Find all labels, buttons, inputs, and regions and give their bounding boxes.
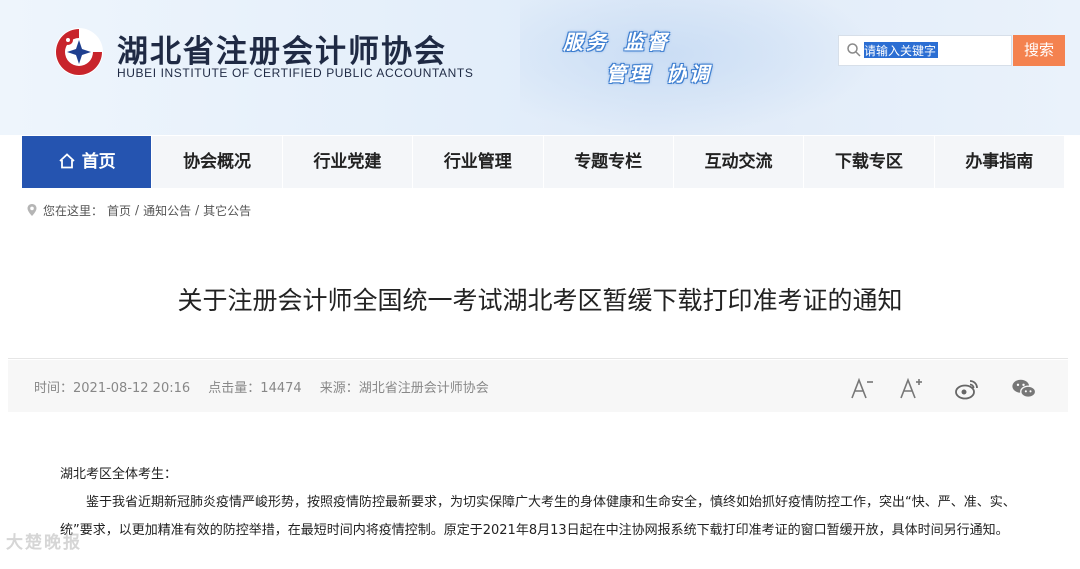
article-clicks: 点击量：14474	[208, 381, 302, 396]
search-button[interactable]: 搜索	[1013, 35, 1065, 66]
breadcrumb-home[interactable]: 首页	[107, 202, 131, 219]
home-icon	[59, 153, 75, 169]
watermark: 大楚晚报	[6, 533, 82, 553]
slogan-service: 服务	[563, 30, 609, 54]
org-name: 湖北省注册会计师协会	[117, 34, 447, 70]
breadcrumb-separator: /	[195, 203, 200, 217]
article-meta: 时间：2021-08-12 20:16 点击量：14474 来源：湖北省注册会计…	[34, 377, 503, 396]
breadcrumb-other-notices[interactable]: 其它公告	[203, 202, 251, 219]
article-title: 关于注册会计师全国统一考试湖北考区暂缓下载打印准考证的通知	[177, 286, 903, 315]
nav-item-home[interactable]: 首页	[22, 136, 153, 188]
font-decrease-icon[interactable]	[849, 376, 875, 402]
nav-item-interaction[interactable]: 互动交流	[673, 136, 805, 188]
breadcrumb-prefix: 您在这里：	[43, 203, 104, 218]
slogan-supervise: 监督	[624, 30, 670, 54]
nav-item-special-topics[interactable]: 专题专栏	[543, 136, 674, 188]
association-logo-icon[interactable]	[53, 26, 105, 78]
search-icon	[847, 43, 861, 57]
nav-item-industry-management[interactable]: 行业管理	[413, 136, 544, 188]
article-paragraph: 鉴于我省近期新冠肺炎疫情严峻形势，按照疫情防控最新要求，为切实保障广大考生的身体…	[60, 495, 1016, 538]
divider	[8, 358, 1068, 359]
nav-item-service-guide[interactable]: 办事指南	[934, 136, 1065, 188]
weibo-icon[interactable]	[954, 376, 980, 402]
nav-item-about[interactable]: 协会概况	[152, 136, 283, 188]
main-nav: 首页 协会概况 行业党建 行业管理 专题专栏 互动交流 下载专区 办事指南	[22, 136, 1065, 188]
location-pin-icon	[27, 204, 37, 216]
wechat-icon[interactable]	[1011, 376, 1037, 402]
nav-item-party-building[interactable]: 行业党建	[282, 136, 414, 188]
breadcrumb: 您在这里： 首页 / 通知公告 / 其它公告	[25, 202, 255, 218]
slogan-manage: 管理	[606, 62, 652, 86]
org-name-english: HUBEI INSTITUTE OF CERTIFIED PUBLIC ACCO…	[117, 66, 474, 80]
article-time: 时间：2021-08-12 20:16	[34, 381, 191, 396]
breadcrumb-notices[interactable]: 通知公告	[143, 202, 191, 219]
slogan-coordinate: 协调	[666, 62, 712, 86]
breadcrumb-separator: /	[135, 203, 140, 217]
article-source: 来源：湖北省注册会计师协会	[319, 381, 489, 396]
search-input[interactable]	[864, 41, 1004, 60]
article-greeting: 湖北考区全体考生：	[60, 467, 178, 482]
article-body: 湖北考区全体考生： 鉴于我省近期新冠肺炎疫情严峻形势，按照疫情防控最新要求，为切…	[60, 461, 1035, 545]
font-increase-icon[interactable]	[898, 376, 924, 402]
nav-item-downloads[interactable]: 下载专区	[804, 136, 935, 188]
nav-item-label: 首页	[81, 152, 116, 172]
